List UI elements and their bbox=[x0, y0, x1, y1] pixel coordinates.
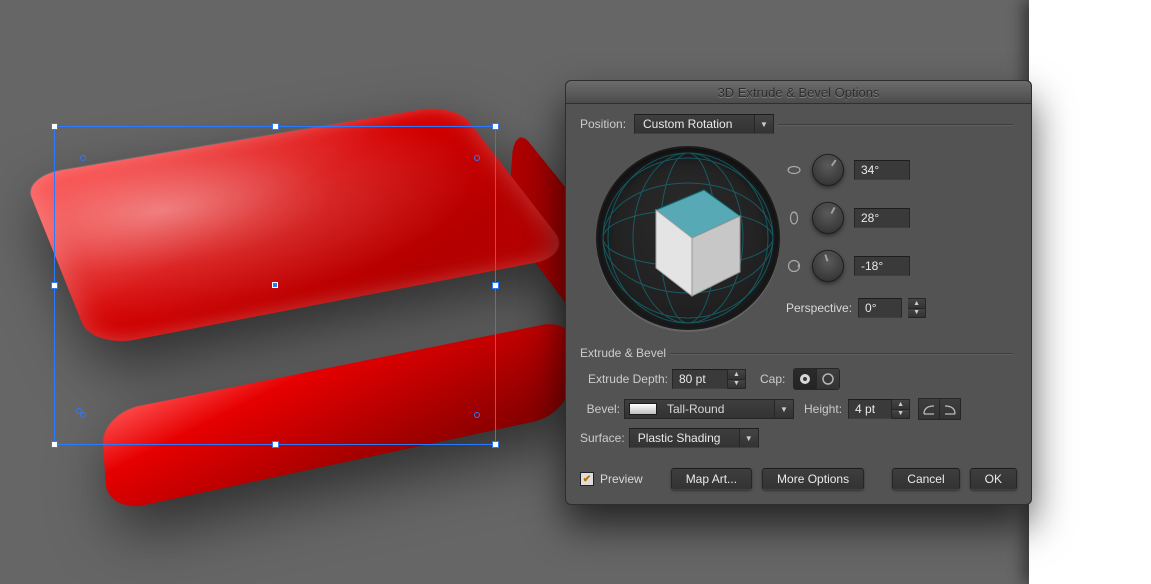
cancel-button[interactable]: Cancel bbox=[892, 468, 959, 490]
bevel-label: Bevel: bbox=[580, 402, 620, 416]
position-select[interactable]: Custom Rotation ▼ bbox=[634, 114, 774, 134]
resize-handle-se[interactable] bbox=[492, 441, 499, 448]
preview-label: Preview bbox=[600, 472, 643, 486]
bevel-value: Tall-Round bbox=[667, 402, 724, 416]
bevel-preview-swatch bbox=[629, 403, 657, 415]
rotate-x-icon bbox=[786, 162, 802, 178]
separator bbox=[670, 353, 1013, 354]
rotation-trackball[interactable] bbox=[596, 146, 780, 330]
dialog-3d-extrude-bevel-options: 3D Extrude & Bevel Options Position: Cus… bbox=[565, 80, 1032, 505]
rotate-y-input[interactable]: 28° bbox=[854, 208, 910, 228]
map-art-button[interactable]: Map Art... bbox=[671, 468, 752, 490]
cap-toggle-group bbox=[793, 368, 840, 390]
chevron-down-icon: ▼ bbox=[774, 400, 793, 418]
resize-handle-ne[interactable] bbox=[492, 123, 499, 130]
rotate-z-icon bbox=[786, 258, 802, 274]
resize-handle-s[interactable] bbox=[272, 441, 279, 448]
bevel-select[interactable]: Tall-Round ▼ bbox=[624, 399, 794, 419]
ok-button[interactable]: OK bbox=[970, 468, 1017, 490]
preview-checkbox[interactable]: ✔ bbox=[580, 472, 594, 486]
perspective-label: Perspective: bbox=[786, 301, 852, 315]
rotate-x-dial[interactable] bbox=[812, 154, 844, 186]
dialog-title: 3D Extrude & Bevel Options bbox=[718, 85, 880, 100]
bevel-extent-out-button[interactable] bbox=[918, 398, 940, 420]
bevel-height-input[interactable]: 4 pt bbox=[848, 399, 892, 419]
extrude-depth-input[interactable]: 80 pt bbox=[672, 369, 728, 389]
perspective-input[interactable]: 0° bbox=[858, 298, 902, 318]
chevron-down-icon: ▼ bbox=[739, 429, 758, 447]
resize-handle-w[interactable] bbox=[51, 282, 58, 289]
page-edge bbox=[1029, 0, 1151, 584]
rotate-z-input[interactable]: -18° bbox=[854, 256, 910, 276]
position-label: Position: bbox=[580, 117, 634, 131]
resize-handle-nw[interactable] bbox=[51, 123, 58, 130]
surface-label: Surface: bbox=[580, 431, 625, 445]
cap-on-button[interactable] bbox=[794, 369, 816, 389]
path-corner-anchor[interactable] bbox=[474, 412, 480, 418]
rotation-preview-cube bbox=[632, 176, 752, 306]
resize-handle-n[interactable] bbox=[272, 123, 279, 130]
more-options-button[interactable]: More Options bbox=[762, 468, 864, 490]
perspective-stepper[interactable]: ▲▼ bbox=[908, 298, 926, 318]
path-corner-anchor[interactable] bbox=[474, 155, 480, 161]
resize-handle-e[interactable] bbox=[492, 282, 499, 289]
path-corner-anchor[interactable] bbox=[76, 408, 82, 414]
extrude-depth-stepper[interactable]: ▲▼ bbox=[728, 369, 746, 389]
bevel-height-stepper[interactable]: ▲▼ bbox=[892, 399, 910, 419]
rotate-y-dial[interactable] bbox=[812, 202, 844, 234]
selection-bounds[interactable] bbox=[54, 126, 496, 445]
resize-handle-sw[interactable] bbox=[51, 441, 58, 448]
surface-value: Plastic Shading bbox=[638, 431, 721, 445]
cap-off-button[interactable] bbox=[816, 369, 839, 389]
bevel-extent-in-button[interactable] bbox=[940, 398, 961, 420]
selection-center[interactable] bbox=[272, 282, 278, 288]
artboard[interactable]: 3D Extrude & Bevel Options Position: Cus… bbox=[0, 0, 1029, 584]
extrude-depth-label: Extrude Depth: bbox=[580, 372, 668, 386]
rotate-z-dial[interactable] bbox=[812, 250, 844, 282]
dialog-titlebar[interactable]: 3D Extrude & Bevel Options bbox=[566, 81, 1031, 104]
surface-select[interactable]: Plastic Shading ▼ bbox=[629, 428, 759, 448]
path-corner-anchor[interactable] bbox=[80, 155, 86, 161]
extrude-bevel-group-label: Extrude & Bevel bbox=[580, 346, 666, 360]
position-value: Custom Rotation bbox=[643, 117, 732, 131]
separator bbox=[778, 124, 1013, 125]
bevel-height-label: Height: bbox=[804, 402, 842, 416]
cap-label: Cap: bbox=[760, 372, 785, 386]
chevron-down-icon: ▼ bbox=[754, 115, 773, 133]
rotate-y-icon bbox=[786, 210, 802, 226]
rotate-x-input[interactable]: 34° bbox=[854, 160, 910, 180]
